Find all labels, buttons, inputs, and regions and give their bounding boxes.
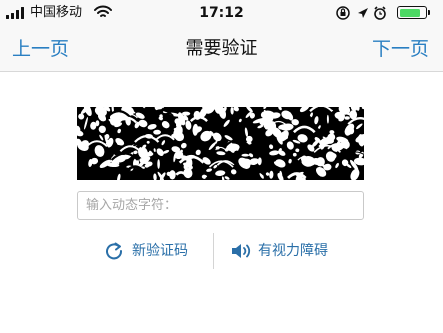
alarm-icon (374, 6, 386, 20)
captcha-image (77, 107, 364, 180)
screen-lock-icon (336, 6, 350, 20)
location-icon (358, 8, 368, 18)
battery-level (399, 8, 420, 17)
new-captcha-label: 新验证码 (132, 243, 188, 259)
status-icons (336, 6, 386, 20)
visually-impaired-label: 有视力障碍 (258, 243, 328, 259)
captcha-noise (77, 107, 364, 180)
battery-icon (397, 6, 427, 19)
captcha-input[interactable] (77, 191, 364, 220)
action-divider (213, 233, 214, 269)
status-bar: 中国移动 17:12 (0, 0, 443, 26)
next-page-button[interactable]: 下一页 (372, 37, 429, 61)
refresh-icon (106, 242, 123, 260)
battery-tip (428, 10, 430, 15)
speaker-icon (232, 244, 251, 258)
visually-impaired-button[interactable]: 有视力障碍 (230, 239, 328, 263)
navigation-bar: 上一页 需要验证 下一页 (0, 26, 443, 72)
new-captcha-button[interactable]: 新验证码 (104, 239, 188, 263)
